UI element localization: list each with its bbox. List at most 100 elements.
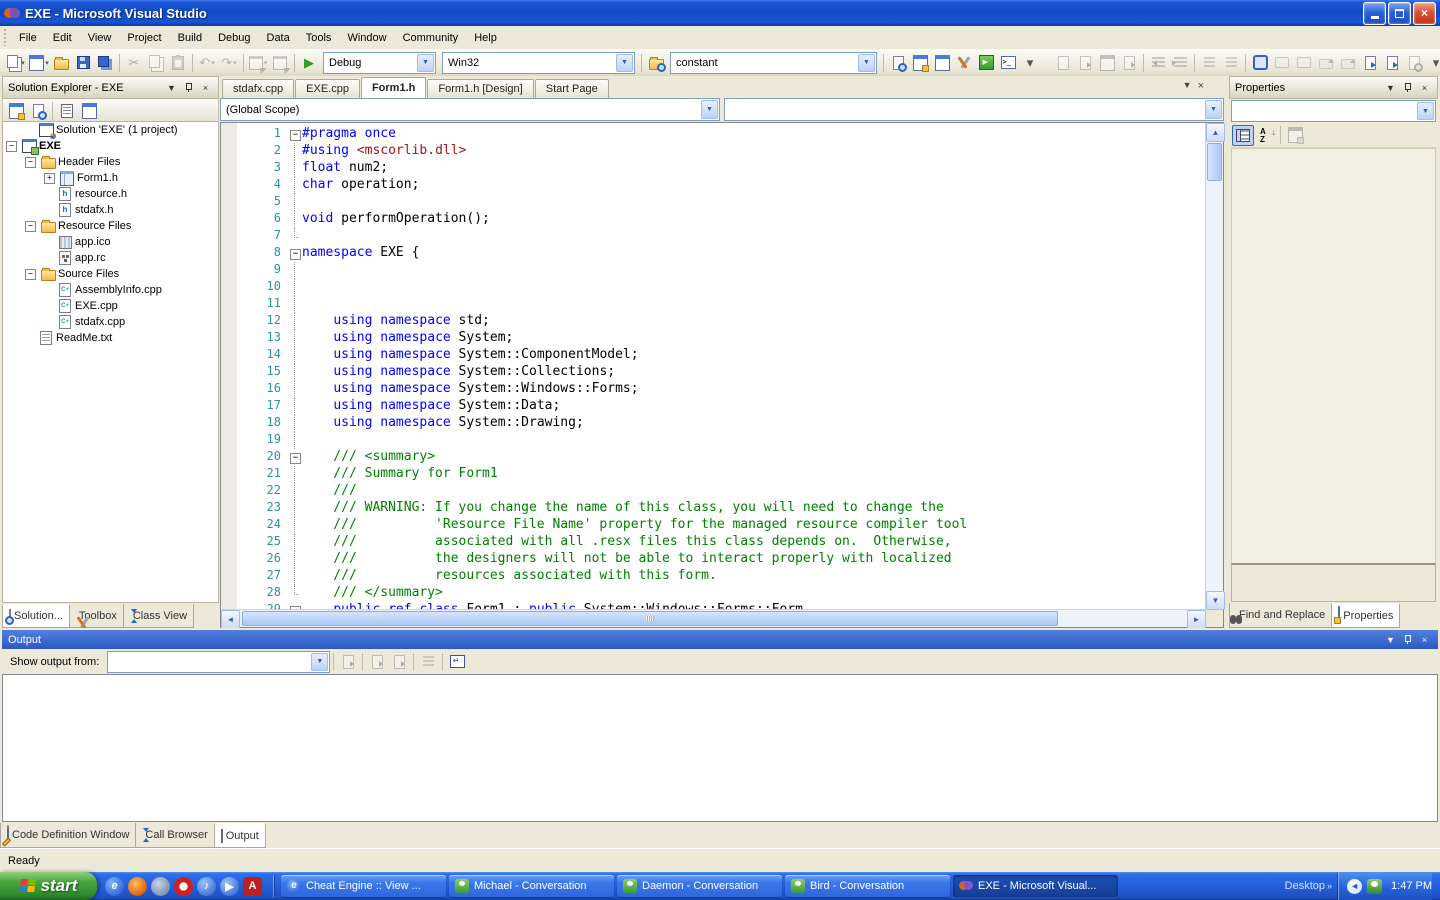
- navigate-to-icon[interactable]: [976, 53, 996, 72]
- chevron-down-icon[interactable]: ▼: [858, 54, 875, 72]
- output-content[interactable]: [2, 674, 1438, 822]
- tab-form1-h[interactable]: Form1.h: [361, 77, 426, 98]
- tree-item[interactable]: hresource.h: [3, 186, 218, 202]
- pet-app-icon[interactable]: [151, 877, 170, 896]
- close-document-icon[interactable]: ×: [1198, 80, 1204, 92]
- next-bookmark-icon[interactable]: [1382, 53, 1402, 72]
- tree-expand-icon[interactable]: −: [25, 269, 36, 280]
- internet-explorer-icon[interactable]: e: [105, 877, 124, 896]
- taskbar-button[interactable]: Michael - Conversation: [449, 875, 614, 897]
- chevron-down-icon[interactable]: ▼: [1417, 102, 1434, 120]
- save-icon[interactable]: [73, 53, 93, 72]
- auto-hide-pin-icon[interactable]: [1400, 633, 1415, 647]
- tree-item[interactable]: C+EXE.cpp: [3, 298, 218, 314]
- properties-grid[interactable]: [1231, 148, 1436, 564]
- tree-item[interactable]: C+AssemblyInfo.cpp: [3, 282, 218, 298]
- close-button[interactable]: ×: [1413, 2, 1436, 25]
- tree-item[interactable]: ReadMe.txt: [3, 330, 218, 346]
- tree-item[interactable]: app.rc: [3, 250, 218, 266]
- auto-hide-pin-icon[interactable]: [1400, 81, 1415, 95]
- window-position-icon[interactable]: ▼: [1383, 633, 1398, 647]
- new-project-icon[interactable]: ▾: [7, 53, 27, 72]
- show-all-files-icon[interactable]: [28, 102, 48, 121]
- tab-properties[interactable]: Properties: [1331, 603, 1400, 628]
- tree-item[interactable]: −EXE: [3, 138, 218, 154]
- find-combo[interactable]: constant ▼: [670, 52, 877, 74]
- tab-solution-[interactable]: Solution...: [2, 604, 70, 628]
- menu-grip[interactable]: [3, 29, 8, 45]
- tab-form1-h-design-[interactable]: Form1.h [Design]: [427, 79, 533, 98]
- menu-file[interactable]: File: [11, 29, 45, 47]
- media-red-icon[interactable]: [174, 877, 193, 896]
- ad-aware-icon[interactable]: A: [243, 877, 262, 896]
- taskbar-button[interactable]: Bird - Conversation: [785, 875, 950, 897]
- chevron-down-icon[interactable]: ▼: [701, 100, 718, 119]
- command-window-icon[interactable]: [998, 53, 1018, 72]
- previous-bookmark-icon[interactable]: [1360, 53, 1380, 72]
- open-file-icon[interactable]: [51, 53, 71, 72]
- menu-help[interactable]: Help: [466, 29, 505, 47]
- tree-expand-icon[interactable]: −: [6, 141, 17, 152]
- close-panel-icon[interactable]: ×: [198, 81, 213, 95]
- close-panel-icon[interactable]: ×: [1417, 81, 1432, 95]
- menu-project[interactable]: Project: [119, 29, 169, 47]
- tree-expand-icon[interactable]: −: [25, 157, 36, 168]
- tab-exe-cpp[interactable]: EXE.cpp: [295, 79, 360, 98]
- scroll-right-icon[interactable]: ►: [1187, 610, 1206, 629]
- find-in-files-icon[interactable]: [646, 53, 666, 72]
- solution-configuration-combo[interactable]: Debug ▼: [323, 52, 436, 74]
- taskbar-button[interactable]: eCheat Engine :: View ...: [281, 875, 446, 897]
- menu-window[interactable]: Window: [339, 29, 394, 47]
- vertical-scrollbar[interactable]: ▲ ▼: [1205, 123, 1223, 610]
- fold-collapse-icon[interactable]: −: [289, 245, 302, 262]
- menu-view[interactable]: View: [80, 29, 120, 47]
- menu-community[interactable]: Community: [395, 29, 467, 47]
- minimize-button[interactable]: [1363, 2, 1386, 25]
- tree-expand-icon[interactable]: +: [44, 173, 55, 184]
- window-position-icon[interactable]: ▼: [164, 81, 179, 95]
- desktop-toolbar-label[interactable]: Desktop: [1285, 880, 1325, 892]
- categorized-icon[interactable]: [1232, 125, 1254, 146]
- tab-code-definition-window[interactable]: Code Definition Window: [0, 823, 136, 848]
- firefox-icon[interactable]: [128, 877, 147, 896]
- toolbar-overflow-chevron-icon[interactable]: »: [1327, 881, 1332, 891]
- toolbar-options-icon[interactable]: ▾: [1020, 53, 1040, 72]
- chevron-down-icon[interactable]: ▼: [311, 653, 328, 671]
- scroll-left-icon[interactable]: ◄: [221, 610, 240, 629]
- scroll-down-icon[interactable]: ▼: [1206, 591, 1225, 610]
- outline-mode-icon[interactable]: [1250, 53, 1270, 72]
- view-designer-icon[interactable]: [79, 102, 99, 121]
- menu-tools[interactable]: Tools: [298, 29, 340, 47]
- close-panel-icon[interactable]: ×: [1417, 633, 1432, 647]
- external-tools-icon[interactable]: [954, 53, 974, 72]
- menu-debug[interactable]: Debug: [210, 29, 258, 47]
- tree-item[interactable]: C+stdafx.cpp: [3, 314, 218, 330]
- document-list-dropdown-icon[interactable]: ▼: [1183, 80, 1192, 92]
- object-browser-icon[interactable]: [932, 53, 952, 72]
- tree-expand-icon[interactable]: −: [25, 221, 36, 232]
- start-button[interactable]: start: [0, 872, 97, 900]
- alphabetical-sort-icon[interactable]: ↓: [1256, 126, 1276, 145]
- window-position-icon[interactable]: ▼: [1383, 81, 1398, 95]
- taskbar-button[interactable]: EXE - Microsoft Visual...: [953, 875, 1118, 897]
- messenger-tray-icon[interactable]: [1367, 879, 1382, 894]
- media-play-icon[interactable]: ▶: [220, 877, 239, 896]
- members-combo[interactable]: ▼: [724, 98, 1224, 121]
- menu-edit[interactable]: Edit: [45, 29, 80, 47]
- auto-hide-pin-icon[interactable]: [181, 81, 196, 95]
- fold-collapse-icon[interactable]: −: [289, 126, 302, 143]
- menu-build[interactable]: Build: [170, 29, 210, 47]
- tab-output[interactable]: Output: [214, 823, 266, 848]
- chevron-down-icon[interactable]: ▼: [616, 54, 633, 72]
- tab-toolbox[interactable]: Toolbox: [69, 604, 124, 628]
- start-debugging-icon[interactable]: ▶: [299, 53, 319, 72]
- code-editor[interactable]: 1−#pragma once2#using <mscorlib.dll>3flo…: [220, 122, 1224, 628]
- tree-item[interactable]: app.ico: [3, 234, 218, 250]
- tree-item[interactable]: Solution 'EXE' (1 project): [3, 122, 218, 138]
- tree-item[interactable]: hstdafx.h: [3, 202, 218, 218]
- types-combo[interactable]: (Global Scope) ▼: [220, 98, 720, 121]
- tree-item[interactable]: +Form1.h: [3, 170, 218, 186]
- tab-class-view[interactable]: Class View: [123, 604, 194, 628]
- itunes-icon[interactable]: ♪: [197, 877, 216, 896]
- tab-start-page[interactable]: Start Page: [535, 79, 609, 98]
